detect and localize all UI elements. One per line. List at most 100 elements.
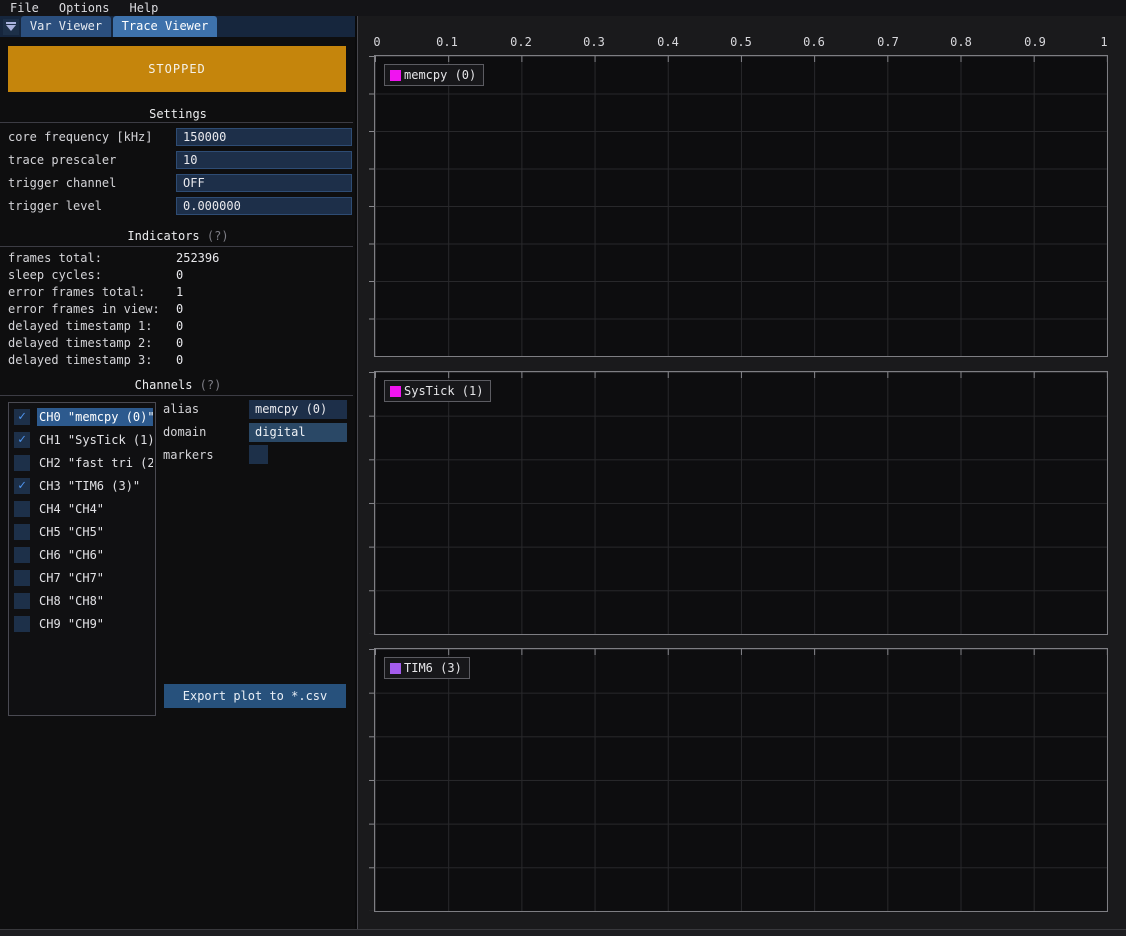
channel-checkbox[interactable] [14,570,30,586]
x-tick-label: 0.2 [510,36,532,49]
menu-bar: File Options Help [0,0,1126,16]
domain-label: domain [163,425,206,439]
indicator-label: error frames total: [8,285,145,299]
channel-row-ch2[interactable]: CH2 "fast tri (2 [9,452,154,474]
series-color-swatch [390,70,401,81]
x-tick-label: 0.9 [1024,36,1046,49]
channel-row-ch3[interactable]: ✓ CH3 "TIM6 (3)" [9,475,154,497]
trigger-level-label: trigger level [8,199,102,213]
window-resize-strip[interactable] [0,929,1126,936]
trace-prescaler-label: trace prescaler [8,153,116,167]
check-icon: ✓ [18,409,26,425]
channel-row-ch6[interactable]: CH6 "CH6" [9,544,154,566]
channel-checkbox[interactable] [14,455,30,471]
indicators-help-hint[interactable]: (?) [207,229,229,243]
menu-file[interactable]: File [0,0,49,16]
check-icon: ✓ [18,478,26,494]
plot-legend-tim6[interactable]: TIM6 (3) [384,657,470,679]
indicator-label: frames total: [8,251,102,265]
channel-row-ch9[interactable]: CH9 "CH9" [9,613,154,635]
indicator-label: delayed timestamp 1: [8,319,153,333]
channel-checkbox[interactable]: ✓ [14,478,30,494]
channel-checkbox[interactable] [14,524,30,540]
x-tick-label: 0.6 [803,36,825,49]
trigger-channel-label: trigger channel [8,176,116,190]
window-collapse-button[interactable] [3,19,19,35]
x-tick-label: 0.3 [583,36,605,49]
channels-title: Channels [135,378,193,392]
collapse-arrow-icon [6,22,16,24]
channel-label[interactable]: CH0 "memcpy (0)" [37,408,153,426]
trace-prescaler-input[interactable]: 10 [176,151,352,169]
channel-row-ch8[interactable]: CH8 "CH8" [9,590,154,612]
channel-row-ch0[interactable]: ✓ CH0 "memcpy (0)" [9,406,154,428]
trigger-channel-select[interactable]: OFF [176,174,352,192]
tab-trace-viewer[interactable]: Trace Viewer [113,16,217,37]
channel-label[interactable]: CH2 "fast tri (2 [37,454,153,472]
x-tick-label: 0.5 [730,36,752,49]
channel-checkbox[interactable]: ✓ [14,432,30,448]
channel-label[interactable]: CH8 "CH8" [37,592,153,610]
separator [0,246,353,247]
check-icon: ✓ [18,432,26,448]
channel-checkbox[interactable] [14,547,30,563]
indicator-label: delayed timestamp 3: [8,353,153,367]
trace-plot-panel: 0 0.1 0.2 0.3 0.4 0.5 0.6 0.7 0.8 0.9 1 … [358,16,1126,929]
channel-row-ch1[interactable]: ✓ CH1 "SysTick (1) [9,429,154,451]
x-tick-label: 1 [1100,36,1107,49]
indicator-label: sleep cycles: [8,268,102,282]
channel-checkbox[interactable] [14,616,30,632]
plot-tim6[interactable]: TIM6 (3) [374,648,1108,912]
channels-header: Channels (?) [0,378,356,392]
trigger-level-input[interactable]: 0.000000 [176,197,352,215]
markers-checkbox[interactable] [249,445,268,464]
core-frequency-input[interactable]: 150000 [176,128,352,146]
legend-label: SysTick (1) [404,384,483,398]
export-csv-button[interactable]: Export plot to *.csv [164,684,346,708]
legend-label: TIM6 (3) [404,661,462,675]
indicator-value: 1 [176,285,183,299]
channel-label[interactable]: CH7 "CH7" [37,569,153,587]
plot-systick[interactable]: SysTick (1) [374,371,1108,635]
series-color-swatch [390,386,401,397]
channel-row-ch5[interactable]: CH5 "CH5" [9,521,154,543]
plot-legend-memcpy[interactable]: memcpy (0) [384,64,484,86]
x-tick-label: 0.1 [436,36,458,49]
domain-select[interactable]: digital [249,423,347,442]
alias-input[interactable]: memcpy (0) [249,400,347,419]
tab-var-viewer[interactable]: Var Viewer [21,16,111,37]
alias-label: alias [163,402,199,416]
channel-label[interactable]: CH9 "CH9" [37,615,153,633]
channel-label[interactable]: CH3 "TIM6 (3)" [37,477,153,495]
channel-label[interactable]: CH1 "SysTick (1) [37,431,153,449]
channel-label[interactable]: CH6 "CH6" [37,546,153,564]
indicator-value: 0 [176,302,183,316]
indicator-value: 0 [176,336,183,350]
indicators-title: Indicators [127,229,199,243]
channel-label[interactable]: CH4 "CH4" [37,500,153,518]
menu-help[interactable]: Help [119,0,168,16]
x-tick-label: 0.8 [950,36,972,49]
indicator-label: error frames in view: [8,302,160,316]
indicator-value: 0 [176,353,183,367]
legend-label: memcpy (0) [404,68,476,82]
channel-checkbox[interactable] [14,593,30,609]
plot-legend-systick[interactable]: SysTick (1) [384,380,491,402]
channel-label[interactable]: CH5 "CH5" [37,523,153,541]
menu-options[interactable]: Options [49,0,120,16]
channel-checkbox[interactable]: ✓ [14,409,30,425]
start-stop-button[interactable]: STOPPED [8,46,346,92]
channel-row-ch7[interactable]: CH7 "CH7" [9,567,154,589]
channels-help-hint[interactable]: (?) [200,378,222,392]
plot-memcpy[interactable]: memcpy (0) [374,55,1108,357]
indicators-header: Indicators (?) [0,229,356,243]
markers-label: markers [163,448,214,462]
chevron-down-icon [6,25,16,31]
core-frequency-label: core frequency [kHz] [8,130,153,144]
channel-row-ch4[interactable]: CH4 "CH4" [9,498,154,520]
channel-checkbox[interactable] [14,501,30,517]
series-color-swatch [390,663,401,674]
indicator-value: 0 [176,319,183,333]
indicator-value: 0 [176,268,183,282]
indicator-label: delayed timestamp 2: [8,336,153,350]
